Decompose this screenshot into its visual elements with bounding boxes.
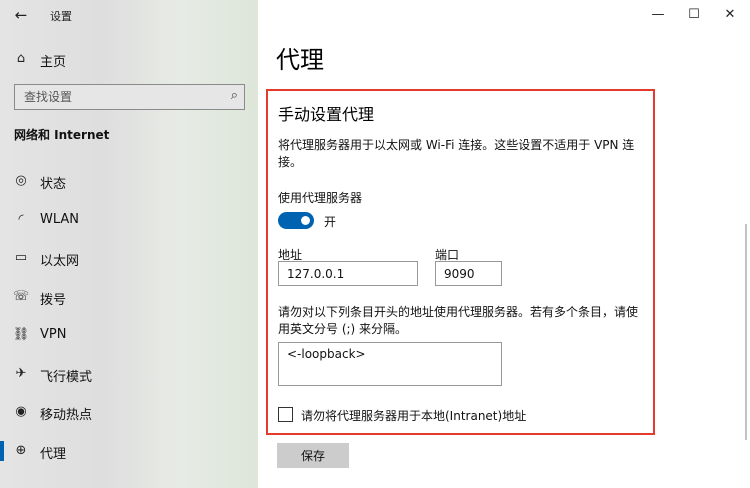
- sidebar-item-status[interactable]: ◎ 状态: [0, 166, 258, 196]
- sidebar-item-label: 主页: [40, 55, 67, 70]
- ethernet-icon: ▭: [14, 250, 28, 265]
- sidebar-item-label: 代理: [40, 447, 67, 462]
- sidebar-item-proxy[interactable]: ⊕ 代理: [0, 436, 258, 466]
- title-bar: ← 设置: [0, 0, 258, 30]
- app-title: 设置: [50, 10, 72, 23]
- sidebar-item-ethernet[interactable]: ▭ 以太网: [0, 243, 258, 273]
- section-heading: 手动设置代理: [278, 105, 375, 124]
- exceptions-field[interactable]: <-loopback>: [278, 342, 502, 386]
- sidebar-item-airplane-mode[interactable]: ✈ 飞行模式: [0, 359, 258, 389]
- sidebar-item-dialup[interactable]: ☏ 拨号: [0, 282, 258, 312]
- sidebar-item-label: 以太网: [40, 254, 80, 269]
- home-icon: ⌂: [16, 51, 26, 66]
- scrollbar[interactable]: [745, 224, 747, 440]
- wifi-icon: ◜: [18, 212, 24, 227]
- toggle-knob: [301, 216, 310, 225]
- close-icon[interactable]: ✕: [715, 4, 745, 26]
- sidebar-item-wlan[interactable]: ◜ WLAN: [0, 205, 258, 235]
- save-button[interactable]: 保存: [277, 443, 349, 468]
- search-box[interactable]: ⌕: [14, 84, 245, 110]
- sidebar-item-home[interactable]: ⌂ 主页: [0, 44, 258, 74]
- search-icon[interactable]: ⌕: [231, 88, 238, 103]
- toggle-state-label: 开: [324, 215, 337, 229]
- bypass-local-label: 请勿将代理服务器用于本地(Intranet)地址: [301, 409, 527, 423]
- sidebar-item-label: VPN: [40, 327, 67, 342]
- search-input[interactable]: [16, 86, 216, 108]
- back-arrow-icon[interactable]: ←: [10, 4, 32, 26]
- page-title: 代理: [276, 46, 324, 74]
- exceptions-description: 请勿对以下列条目开头的地址使用代理服务器。若有多个条目，请使用英文分号 (;) …: [278, 305, 639, 336]
- maximize-icon[interactable]: ☐: [679, 4, 709, 26]
- vpn-icon: ⛓: [12, 327, 30, 342]
- globe-icon: ⊕: [15, 443, 27, 458]
- manual-proxy-panel: 手动设置代理 将代理服务器用于以太网或 Wi-Fi 连接。这些设置不适用于 VP…: [266, 89, 655, 435]
- sidebar-item-label: 拨号: [40, 293, 67, 308]
- bypass-local-checkbox[interactable]: [278, 407, 293, 422]
- section-header: 网络和 Internet: [14, 128, 110, 142]
- airplane-icon: ✈: [15, 366, 27, 381]
- sidebar-item-label: 飞行模式: [40, 370, 93, 385]
- dialup-icon: ☏: [12, 289, 30, 304]
- hotspot-icon: ◉: [15, 404, 27, 419]
- use-proxy-toggle[interactable]: [278, 212, 314, 229]
- sidebar-item-label: 移动热点: [40, 408, 93, 423]
- status-icon: ◎: [15, 173, 27, 188]
- minimize-icon[interactable]: —: [643, 4, 673, 26]
- use-proxy-label: 使用代理服务器: [278, 191, 363, 205]
- address-field[interactable]: [278, 261, 418, 286]
- section-description: 将代理服务器用于以太网或 Wi-Fi 连接。这些设置不适用于 VPN 连接。: [278, 138, 635, 169]
- port-field[interactable]: [435, 261, 502, 286]
- sidebar-item-vpn[interactable]: ⛓ VPN: [0, 320, 258, 350]
- sidebar-item-label: WLAN: [40, 212, 80, 227]
- sidebar-item-label: 状态: [40, 177, 67, 192]
- main-content: — ☐ ✕ 代理 手动设置代理 将代理服务器用于以太网或 Wi-Fi 连接。这些…: [258, 0, 750, 488]
- sidebar-item-mobile-hotspot[interactable]: ◉ 移动热点: [0, 397, 258, 427]
- sidebar: ← 设置 ⌂ 主页 ⌕ 网络和 Internet ◎ 状态 ◜ WLAN ▭ 以…: [0, 0, 258, 488]
